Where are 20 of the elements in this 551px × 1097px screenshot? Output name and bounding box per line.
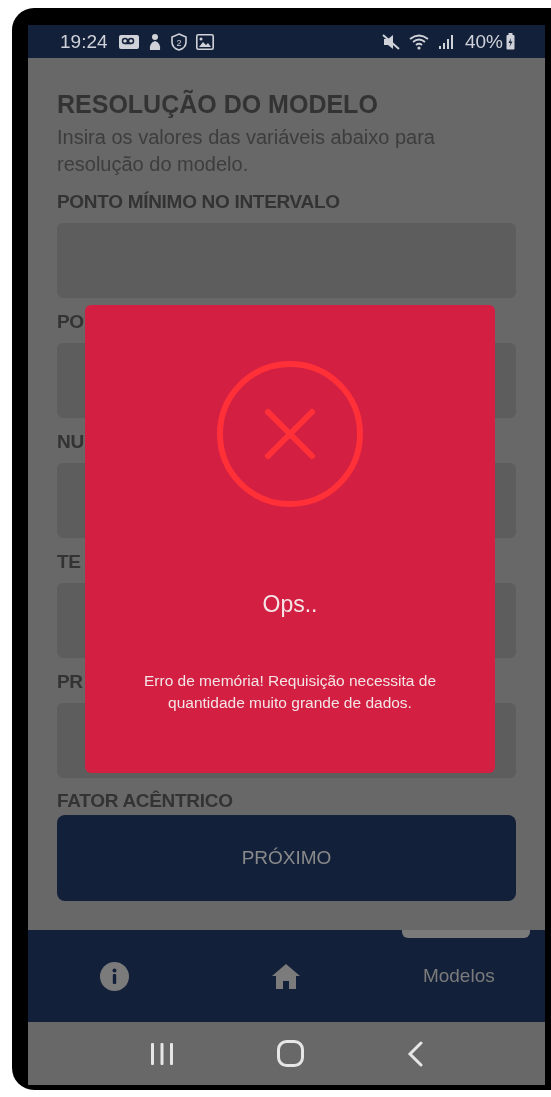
- info-icon[interactable]: [99, 961, 129, 991]
- wifi-icon: [408, 33, 429, 50]
- status-time: 19:24: [60, 30, 108, 53]
- image-icon: [195, 33, 214, 50]
- voicemail-icon: [118, 33, 139, 50]
- mute-icon: [381, 33, 400, 50]
- shield-icon: 2: [170, 32, 187, 51]
- back-icon[interactable]: [407, 1040, 424, 1067]
- person-icon: [147, 33, 162, 50]
- error-icon: [215, 359, 365, 509]
- home-button-icon[interactable]: [277, 1040, 304, 1067]
- battery-percent: 40%: [464, 30, 503, 53]
- signal-icon: [437, 33, 454, 50]
- battery-icon: [506, 33, 515, 50]
- nav-item[interactable]: Modelos: [422, 965, 495, 987]
- dialog-message: Erro de memória! Requisição necessita de quantidade muito grande de dados.: [142, 671, 438, 713]
- home-icon[interactable]: [272, 963, 301, 989]
- next-button[interactable]: PRÓXIMO: [57, 815, 516, 901]
- recent-apps-icon[interactable]: [149, 1042, 174, 1065]
- dialog-title: Ops..: [262, 591, 318, 618]
